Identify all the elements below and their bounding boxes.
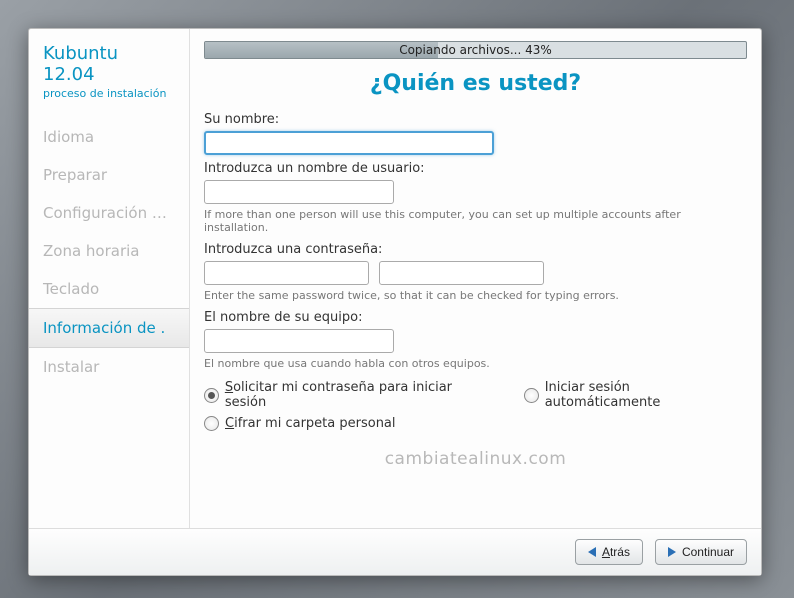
sidebar-item-idioma[interactable]: Idioma xyxy=(29,118,189,156)
sidebar-item-zona-horaria[interactable]: Zona horaria xyxy=(29,232,189,270)
progress-area: Copiando archivos... 43% xyxy=(190,29,761,59)
user-form: Su nombre: Introduzca un nombre de usuar… xyxy=(190,106,761,528)
hostname-hint: El nombre que usa cuando habla con otros… xyxy=(204,357,747,370)
arrow-right-icon xyxy=(668,547,676,557)
name-label: Su nombre: xyxy=(204,112,747,127)
username-input[interactable] xyxy=(204,180,394,204)
password-hint: Enter the same password twice, so that i… xyxy=(204,289,747,302)
radio-require-password[interactable]: Solicitar mi contraseña para iniciar ses… xyxy=(204,380,494,410)
back-button-label: Atrás xyxy=(602,545,630,559)
sidebar-item-teclado[interactable]: Teclado xyxy=(29,270,189,308)
arrow-left-icon xyxy=(588,547,596,557)
sidebar-item-instalar[interactable]: Instalar xyxy=(29,348,189,386)
footer: Atrás Continuar xyxy=(29,528,761,575)
progress-text: Copiando archivos... 43% xyxy=(205,42,746,58)
radio-icon xyxy=(524,388,539,403)
sidebar: Kubuntu 12.04 proceso de instalación Idi… xyxy=(29,29,190,528)
radio-icon xyxy=(204,388,219,403)
page-title: ¿Quién es usted? xyxy=(190,59,761,106)
password-confirm-input[interactable] xyxy=(379,261,544,285)
check-encrypt-home[interactable]: Cifrar mi carpeta personal xyxy=(204,416,396,431)
username-hint: If more than one person will use this co… xyxy=(204,208,747,234)
username-label: Introduzca un nombre de usuario: xyxy=(204,161,747,176)
name-input[interactable] xyxy=(204,131,494,155)
radio-auto-login-label: Iniciar sesión automáticamente xyxy=(545,380,747,410)
radio-auto-login[interactable]: Iniciar sesión automáticamente xyxy=(524,380,747,410)
brand-subtitle: proceso de instalación xyxy=(29,87,189,118)
radio-icon xyxy=(204,416,219,431)
installer-window: Kubuntu 12.04 proceso de instalación Idi… xyxy=(28,28,762,576)
body: Kubuntu 12.04 proceso de instalación Idi… xyxy=(29,29,761,528)
sidebar-item-preparar[interactable]: Preparar xyxy=(29,156,189,194)
login-options-row: Solicitar mi contraseña para iniciar ses… xyxy=(204,380,747,410)
hostname-label: El nombre de su equipo: xyxy=(204,310,747,325)
password-input[interactable] xyxy=(204,261,369,285)
hostname-input[interactable] xyxy=(204,329,394,353)
password-row xyxy=(204,261,747,285)
continue-button[interactable]: Continuar xyxy=(655,539,747,565)
back-button[interactable]: Atrás xyxy=(575,539,643,565)
encrypt-row: Cifrar mi carpeta personal xyxy=(204,416,747,431)
progress-bar: Copiando archivos... 43% xyxy=(204,41,747,59)
radio-require-password-label: Solicitar mi contraseña para iniciar ses… xyxy=(225,380,494,410)
continue-button-label: Continuar xyxy=(682,545,734,559)
brand-title: Kubuntu 12.04 xyxy=(29,43,189,87)
sidebar-item-configuracion[interactable]: Configuración d... xyxy=(29,194,189,232)
sidebar-item-informacion[interactable]: Información de . xyxy=(29,308,189,348)
main-panel: Copiando archivos... 43% ¿Quién es usted… xyxy=(190,29,761,528)
check-encrypt-label: Cifrar mi carpeta personal xyxy=(225,416,396,431)
password-label: Introduzca una contraseña: xyxy=(204,242,747,257)
